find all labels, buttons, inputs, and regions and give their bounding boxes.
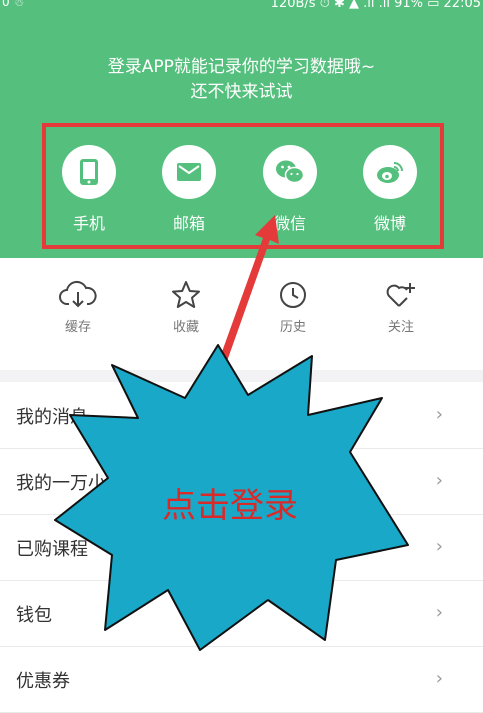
chevron-right-icon: › [435,602,443,623]
quick-follow-label: 关注 [387,320,414,335]
menu-item-label: 已购课程 [16,539,88,560]
clock-icon [280,282,306,308]
promo-line-2: 还不快来试试 [190,82,293,102]
section-divider [0,370,483,382]
login-weibo-button[interactable]: 微博 [355,145,425,234]
quick-cache-button[interactable]: 缓存 [38,278,118,335]
quick-favorites-label: 收藏 [172,320,199,335]
status-bar: 0 ☃ 120B/s ⏱ ✱ ▲ .ıl .ıl 91% ▭ 22:05 [0,0,483,14]
menu-item-label: 钱包 [16,605,52,626]
callout-text: 点击登录 [162,486,298,526]
menu-item-coupons[interactable]: 优惠券 › [0,647,483,713]
header: 0 ☃ 120B/s ⏱ ✱ ▲ .ıl .ıl 91% ▭ 22:05 登录A… [0,0,483,258]
chevron-right-icon: › [435,536,443,557]
quick-cache-label: 缓存 [64,320,91,335]
quick-history-label: 历史 [279,320,306,335]
login-email-button[interactable]: 邮箱 [154,145,224,234]
login-promo: 登录APP就能记录你的学习数据哦~ 还不快来试试 [0,55,483,105]
download-cloud-icon [59,280,97,308]
chevron-right-icon: › [435,404,443,425]
promo-line-1: 登录APP就能记录你的学习数据哦~ [107,57,376,77]
status-left: 0 ☃ [2,0,25,9]
chevron-right-icon: › [435,470,443,491]
chevron-right-icon: › [435,668,443,689]
phone-icon [80,159,98,185]
login-wechat-label: 微信 [273,214,306,233]
weibo-icon [377,162,403,183]
login-email-label: 邮箱 [172,214,205,233]
login-weibo-label: 微博 [373,214,406,233]
heart-plus-icon [386,283,415,307]
star-icon [172,281,200,308]
quick-favorites-button[interactable]: 收藏 [146,278,226,335]
login-phone-button[interactable]: 手机 [54,145,124,234]
quick-follow-button[interactable]: 关注 [361,278,441,335]
status-right: 120B/s ⏱ ✱ ▲ .ıl .ıl 91% ▭ 22:05 [270,0,481,11]
quick-history-button[interactable]: 历史 [253,278,333,335]
login-phone-label: 手机 [72,214,105,233]
mail-icon [177,163,201,181]
wechat-icon [276,160,305,184]
login-wechat-button[interactable]: 微信 [255,145,325,234]
menu-item-label: 优惠券 [16,671,70,692]
